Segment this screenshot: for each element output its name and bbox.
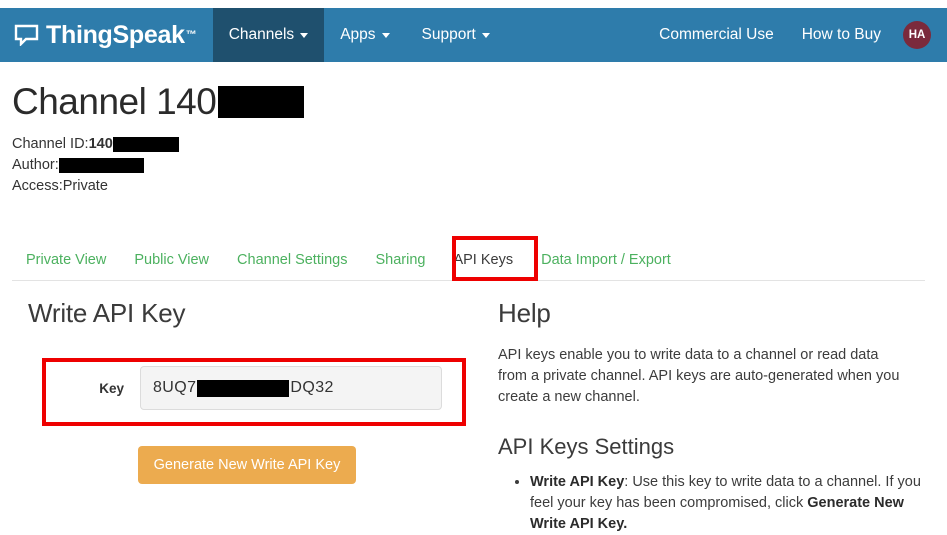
top-navbar: ThingSpeak ™ Channels Apps Support Comme… bbox=[0, 8, 947, 62]
nav-item-support[interactable]: Support bbox=[406, 8, 506, 62]
brand-text: ThingSpeak bbox=[46, 23, 185, 48]
write-api-key-section: Write API Key bbox=[28, 298, 478, 355]
redaction-title bbox=[218, 86, 304, 118]
channel-tabs: Private View Public View Channel Setting… bbox=[12, 241, 925, 281]
tab-data-import-export[interactable]: Data Import / Export bbox=[527, 252, 685, 280]
channel-meta: Channel ID: 140 Author: Access: Private bbox=[12, 134, 304, 197]
meta-channel-id-label: Channel ID: bbox=[12, 134, 89, 155]
chevron-down-icon bbox=[300, 33, 308, 38]
redaction-channel-id bbox=[113, 137, 179, 152]
nav-right-group: Commercial Use How to Buy HA bbox=[645, 8, 947, 62]
api-keys-settings-title: API Keys Settings bbox=[498, 434, 928, 460]
nav-item-channels-label: Channels bbox=[229, 26, 295, 44]
api-keys-settings-list: Write API Key: Use this key to write dat… bbox=[498, 472, 928, 535]
key-value-prefix: 8UQ7 bbox=[153, 379, 196, 397]
redaction-author bbox=[59, 158, 144, 173]
tab-public-view[interactable]: Public View bbox=[120, 252, 223, 280]
trademark-symbol: ™ bbox=[186, 29, 197, 41]
nav-item-commercial-use[interactable]: Commercial Use bbox=[645, 26, 788, 44]
nav-item-how-to-buy[interactable]: How to Buy bbox=[788, 26, 895, 44]
meta-access-value: Private bbox=[63, 176, 108, 197]
meta-access-label: Access: bbox=[12, 176, 63, 197]
write-api-key-input[interactable]: 8UQ7 DQ32 bbox=[140, 366, 442, 410]
nav-item-support-label: Support bbox=[422, 26, 476, 44]
key-label: Key bbox=[54, 381, 140, 396]
bullet-term-write-api-key: Write API Key bbox=[530, 474, 624, 490]
tab-channel-settings[interactable]: Channel Settings bbox=[223, 252, 361, 280]
tab-api-keys[interactable]: API Keys bbox=[439, 252, 527, 280]
write-api-key-title: Write API Key bbox=[28, 298, 478, 329]
redaction-key bbox=[197, 380, 289, 397]
tab-sharing[interactable]: Sharing bbox=[361, 252, 439, 280]
help-panel: Help API keys enable you to write data t… bbox=[498, 298, 928, 535]
tab-private-view[interactable]: Private View bbox=[12, 252, 120, 280]
help-title: Help bbox=[498, 298, 928, 329]
nav-menu: Channels Apps Support bbox=[213, 8, 506, 62]
page-title-text: Channel 140 bbox=[12, 80, 216, 124]
speech-bubble-icon bbox=[14, 24, 39, 46]
meta-author: Author: bbox=[12, 155, 304, 176]
nav-item-channels[interactable]: Channels bbox=[213, 8, 325, 62]
chevron-down-icon bbox=[382, 33, 390, 38]
meta-access: Access: Private bbox=[12, 176, 304, 197]
meta-channel-id-value: 140 bbox=[89, 134, 113, 155]
meta-author-label: Author: bbox=[12, 155, 59, 176]
page-title: Channel 140 bbox=[12, 80, 304, 124]
page-header: Channel 140 Channel ID: 140 Author: Acce… bbox=[12, 62, 304, 197]
list-item: Write API Key: Use this key to write dat… bbox=[530, 472, 922, 535]
help-paragraph: API keys enable you to write data to a c… bbox=[498, 345, 908, 408]
chevron-down-icon bbox=[482, 33, 490, 38]
nav-item-apps[interactable]: Apps bbox=[324, 8, 405, 62]
thingspeak-logo[interactable]: ThingSpeak ™ bbox=[0, 8, 213, 62]
key-value-suffix: DQ32 bbox=[290, 379, 333, 397]
avatar[interactable]: HA bbox=[903, 21, 931, 49]
key-field-row: Key 8UQ7 DQ32 bbox=[54, 366, 454, 410]
meta-channel-id: Channel ID: 140 bbox=[12, 134, 304, 155]
nav-item-apps-label: Apps bbox=[340, 26, 375, 44]
generate-new-write-api-key-button[interactable]: Generate New Write API Key bbox=[138, 446, 356, 484]
